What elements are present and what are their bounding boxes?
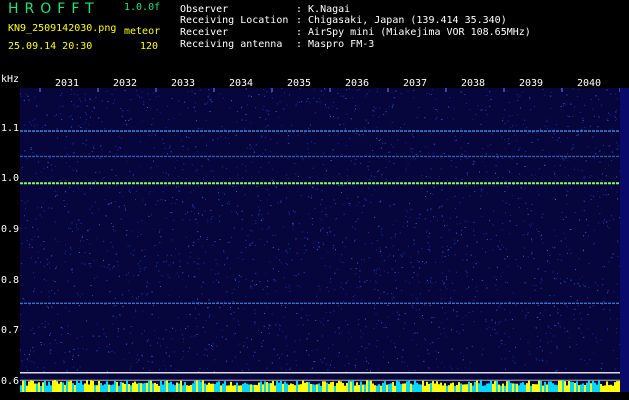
date-time: 25.09.14 20:30 <box>8 41 93 52</box>
antenna-label: Receiving antenna <box>180 39 283 50</box>
observer-value: : K.Nagai <box>296 4 351 15</box>
y-tick-label: 0.6 <box>1 375 20 387</box>
app-title: HROFFT <box>8 1 100 17</box>
observer-label: Observer <box>180 4 229 15</box>
header-panel: HROFFT 1.0.0f KN9_2509142030.png meteor … <box>0 0 629 72</box>
meteor-count: 120 <box>140 41 159 52</box>
antenna-value: : Maspro FM-3 <box>296 39 375 50</box>
y-axis-unit: kHz <box>1 74 20 85</box>
location-value: : Chigasaki, Japan (139.414 35.340) <box>296 15 507 26</box>
receiver-label: Receiver <box>180 27 229 38</box>
y-tick-label: 1.0 <box>1 173 20 185</box>
spectrogram-background <box>20 88 620 392</box>
y-tick-label: 0.7 <box>1 325 20 337</box>
y-tick-label: 0.8 <box>1 274 20 286</box>
right-edge-bar <box>620 88 629 392</box>
location-label: Receiving Location <box>180 15 289 26</box>
file-name: KN9_2509142030.png <box>8 23 117 34</box>
spectrogram-canvas <box>20 88 620 392</box>
spectrogram-plot <box>20 88 620 392</box>
mode-label: meteor <box>124 26 161 37</box>
y-tick-label: 0.9 <box>1 223 20 235</box>
receiver-value: : AirSpy mini (Miakejima VOR 108.65MHz) <box>296 27 531 38</box>
y-tick-label: 1.1 <box>1 122 20 134</box>
app-version: 1.0.0f <box>124 2 161 13</box>
